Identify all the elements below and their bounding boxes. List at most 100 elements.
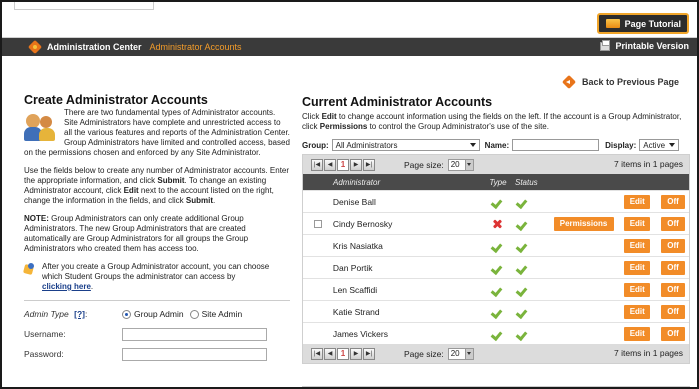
- admin-name: Denise Ball: [332, 196, 376, 207]
- status-check-icon: [517, 308, 527, 316]
- off-button[interactable]: Off: [661, 238, 686, 253]
- last-page-button[interactable]: ▶|: [363, 158, 375, 171]
- admin-name: James Vickers: [332, 328, 388, 339]
- status-check-icon: [517, 242, 527, 250]
- page-size-select[interactable]: 20: [447, 347, 474, 360]
- nav-title[interactable]: Administration Center: [47, 42, 142, 52]
- next-page-button[interactable]: ▶: [350, 158, 362, 171]
- bottom-divider: [302, 386, 690, 387]
- last-page-button[interactable]: ▶|: [363, 347, 375, 360]
- chevron-down-icon: [669, 143, 676, 147]
- page-tutorial-button[interactable]: Page Tutorial: [597, 13, 689, 34]
- edit-button[interactable]: Edit: [624, 326, 651, 341]
- prev-page-button[interactable]: ◀: [324, 347, 336, 360]
- app-frame: Page Tutorial Administration Center Admi…: [0, 0, 699, 389]
- type-check-icon: [492, 308, 502, 316]
- off-button[interactable]: Off: [661, 194, 686, 209]
- tip-line: After you create a Group Administrator a…: [24, 262, 290, 292]
- type-check-icon: [492, 242, 502, 250]
- column-administrator[interactable]: Administrator: [333, 178, 481, 187]
- chevron-down-icon: [469, 143, 476, 147]
- row-checkbox[interactable]: [313, 219, 322, 228]
- page-1-button[interactable]: 1: [337, 347, 349, 360]
- off-button[interactable]: Off: [661, 216, 686, 231]
- table-row: Katie Strand Edit Off: [303, 300, 689, 322]
- status-check-icon: [517, 286, 527, 294]
- inactive-x-icon: [492, 219, 502, 229]
- back-to-previous-link[interactable]: Back to Previous Page: [562, 75, 679, 89]
- nav-bar: Administration Center Administrator Acco…: [2, 38, 697, 56]
- column-status[interactable]: Status: [515, 178, 551, 187]
- intro-paragraph: There are two fundamental types of Admin…: [24, 108, 290, 157]
- edit-button[interactable]: Edit: [624, 260, 651, 275]
- name-label: Name:: [484, 140, 510, 150]
- create-admin-title: Create Administrator Accounts: [24, 93, 208, 107]
- admin-type-help-link[interactable]: [?]: [74, 309, 85, 319]
- edit-button[interactable]: Edit: [624, 194, 651, 209]
- admin-type-row: Admin Type [?]: Group Admin Site Admin: [24, 309, 243, 319]
- current-admins-description: Click Edit to change account information…: [302, 112, 682, 131]
- edit-button[interactable]: Edit: [624, 282, 651, 297]
- tip-text: After you create a Group Administrator a…: [42, 262, 270, 281]
- off-button[interactable]: Off: [661, 326, 686, 341]
- display-label: Display:: [605, 140, 637, 150]
- admin-name: Katie Strand: [332, 306, 380, 317]
- display-select[interactable]: Active: [639, 139, 680, 151]
- password-row: Password:: [24, 344, 290, 364]
- status-check-icon: [517, 330, 527, 338]
- next-page-button[interactable]: ▶: [350, 347, 362, 360]
- type-check-icon: [492, 198, 502, 206]
- off-button[interactable]: Off: [661, 304, 686, 319]
- column-type[interactable]: Type: [481, 178, 515, 187]
- admin-name: Len Scaffidi: [332, 284, 378, 295]
- intro-text: There are two fundamental types of Admin…: [24, 108, 290, 158]
- current-admins-panel: Current Administrator Accounts Click Edi…: [302, 95, 690, 364]
- breadcrumb[interactable]: Administrator Accounts: [150, 42, 242, 52]
- name-filter-input[interactable]: [512, 139, 600, 151]
- admin-grid: |◀ ◀ 1 ▶ ▶| Page size: 20 7 items in 1 p…: [302, 154, 690, 364]
- back-arrow-icon: [562, 75, 576, 89]
- table-row: Denise Ball Edit Off: [303, 190, 689, 212]
- clicking-here-link[interactable]: clicking here: [42, 282, 91, 291]
- pager-top: |◀ ◀ 1 ▶ ▶| Page size: 20 7 items in 1 p…: [303, 155, 689, 174]
- radio-site-admin[interactable]: Site Admin: [189, 309, 242, 319]
- administrators-icon: [24, 110, 58, 144]
- group-label: Group:: [302, 140, 329, 150]
- browser-tab-stub: [14, 2, 154, 10]
- username-label: Username:: [24, 329, 66, 339]
- status-check-icon: [517, 220, 527, 228]
- radio-dot[interactable]: [189, 309, 199, 319]
- permissions-button[interactable]: Permissions: [553, 216, 614, 231]
- top-bar: Page Tutorial: [2, 2, 697, 38]
- form-separator: [24, 300, 290, 301]
- edit-button[interactable]: Edit: [624, 304, 651, 319]
- off-button[interactable]: Off: [661, 260, 686, 275]
- username-input[interactable]: [122, 327, 267, 341]
- first-page-button[interactable]: |◀: [311, 347, 323, 360]
- password-input[interactable]: [122, 347, 267, 361]
- password-label: Password:: [24, 349, 64, 359]
- pager-bottom: |◀ ◀ 1 ▶ ▶| Page size: 20 7 items in 1 p…: [303, 344, 689, 363]
- group-select[interactable]: All Administrators: [331, 139, 480, 151]
- pager-info: 7 items in 1 pages: [614, 348, 683, 358]
- page-tutorial-label: Page Tutorial: [624, 18, 681, 29]
- radio-dot-selected[interactable]: [122, 309, 131, 319]
- page-size-select[interactable]: 20: [447, 158, 474, 171]
- radio-group-admin[interactable]: Group Admin: [122, 309, 184, 319]
- admin-name: Dan Portik: [332, 262, 373, 273]
- username-row: Username:: [24, 324, 290, 344]
- off-button[interactable]: Off: [661, 282, 686, 297]
- printable-version-label: Printable Version: [615, 41, 689, 51]
- edit-button[interactable]: Edit: [624, 238, 651, 253]
- admin-name: Cindy Bernosky: [332, 218, 393, 229]
- page-1-button[interactable]: 1: [337, 158, 349, 171]
- printable-version-link[interactable]: Printable Version: [600, 39, 689, 51]
- pager-info: 7 items in 1 pages: [614, 159, 683, 169]
- note-text: NOTE: Group Administrators can only crea…: [24, 214, 249, 253]
- first-page-button[interactable]: |◀: [311, 158, 323, 171]
- page-size: Page size: 20: [404, 347, 474, 360]
- prev-page-button[interactable]: ◀: [324, 158, 336, 171]
- admin-name: Kris Nasiatka: [332, 240, 383, 251]
- table-row: James Vickers Edit Off: [303, 322, 689, 344]
- edit-button[interactable]: Edit: [624, 216, 651, 231]
